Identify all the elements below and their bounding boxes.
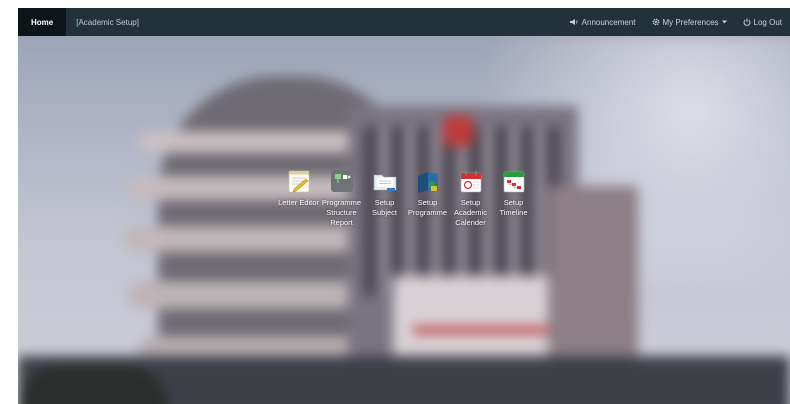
- letter-editor-icon: [288, 170, 309, 193]
- setup-timeline-tile[interactable]: Setup Timeline: [492, 168, 535, 228]
- logout-link[interactable]: Log Out: [735, 18, 790, 27]
- calendar-icon: [460, 170, 481, 193]
- preferences-dropdown[interactable]: My Preferences: [644, 18, 735, 27]
- preferences-label: My Preferences: [662, 17, 719, 27]
- megaphone-icon: [569, 19, 578, 25]
- setup-programme-tile[interactable]: Setup Programme: [406, 168, 449, 228]
- setup-academic-calender-label: Setup Academic Calender: [454, 198, 487, 227]
- letter-editor-tile[interactable]: Letter Editor: [277, 168, 320, 228]
- caret-down-icon: [721, 20, 727, 24]
- setup-academic-calender-tile[interactable]: Setup Academic Calender: [449, 168, 492, 228]
- programme-structure-report-tile[interactable]: Programme Structure Report: [320, 168, 363, 228]
- setup-subject-label: Setup Subject: [371, 198, 398, 217]
- setup-programme-label: Setup Programme: [407, 198, 448, 217]
- app-frame: Home [Academic Setup] Announcement My Pr…: [18, 8, 790, 404]
- subject-folder-icon: [373, 174, 396, 191]
- setup-timeline-label: Setup Timeline: [499, 198, 528, 217]
- home-label: Home: [31, 17, 54, 27]
- announcement-link[interactable]: Announcement: [562, 18, 644, 27]
- navbar-right-menu: Announcement My Preferences Log Out: [562, 8, 790, 36]
- top-navbar: Home [Academic Setup] Announcement My Pr…: [18, 8, 790, 36]
- timeline-icon: [503, 171, 524, 193]
- home-nav-link[interactable]: Home: [18, 8, 67, 36]
- app-tiles: Letter Editor Programme Structure Report: [277, 168, 535, 228]
- programme-structure-report-label: Programme Structure Report: [321, 198, 362, 227]
- announcement-label: Announcement: [581, 17, 636, 27]
- letter-editor-label: Letter Editor: [278, 198, 319, 207]
- logout-label: Log Out: [753, 17, 782, 27]
- breadcrumb[interactable]: [Academic Setup]: [66, 18, 149, 27]
- programme-books-icon: [417, 172, 438, 193]
- setup-subject-tile[interactable]: Setup Subject: [363, 168, 406, 228]
- structure-report-icon: [330, 170, 353, 192]
- power-icon: [743, 18, 751, 26]
- gear-icon: [652, 18, 659, 26]
